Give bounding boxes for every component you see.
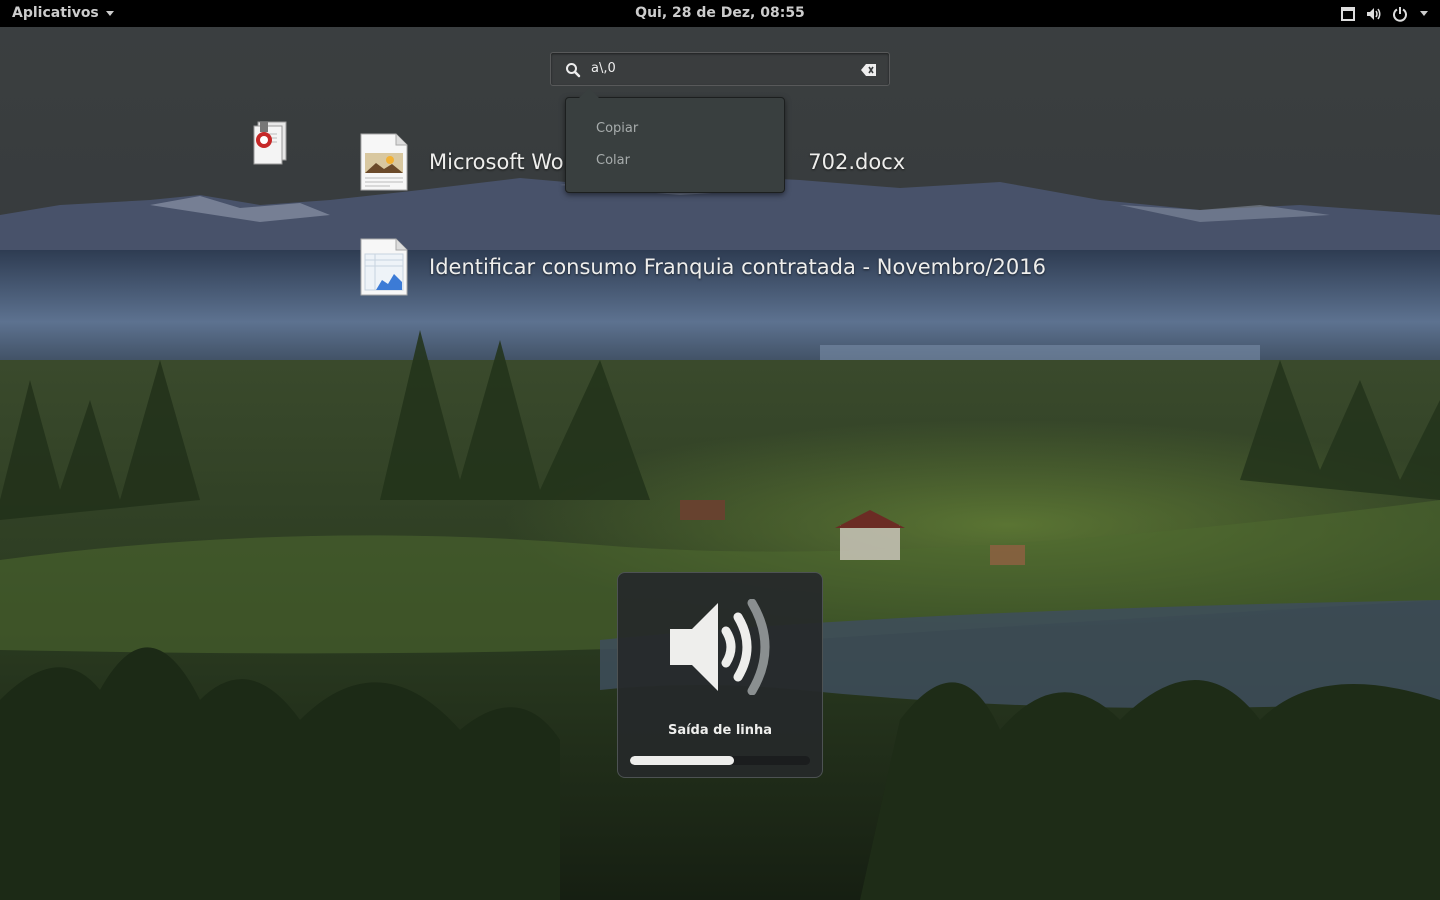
context-menu: Copiar Colar	[565, 88, 785, 193]
clear-text-icon[interactable]	[861, 63, 877, 77]
system-status-area[interactable]	[1340, 0, 1428, 27]
menu-pointer	[579, 88, 599, 98]
volume-icon	[1366, 6, 1382, 22]
volume-level-bar	[630, 756, 810, 765]
clock-label[interactable]: Qui, 28 de Dez, 08:55	[635, 5, 805, 21]
search-result-title-start: Microsoft Wor	[429, 150, 573, 174]
search-result-title-end: 702.docx	[808, 150, 906, 174]
search-result-item[interactable]: Identificar consumo Franquia contratada …	[360, 237, 1046, 297]
search-icon	[566, 63, 581, 78]
search-input[interactable]: a\,0	[550, 52, 890, 86]
chevron-down-icon	[105, 11, 114, 16]
clock: Qui, 28 de Dez, 08:55	[0, 0, 1440, 27]
window-icon	[1340, 6, 1356, 22]
volume-level-fill	[630, 756, 735, 765]
power-icon	[1392, 6, 1408, 22]
search-result-title: Identificar consumo Franquia contratada …	[429, 255, 1046, 279]
speaker-volume-icon	[670, 599, 770, 695]
document-icon	[360, 133, 408, 191]
menu-item-copy[interactable]: Copiar	[596, 121, 638, 136]
caret-down-icon	[1420, 11, 1428, 16]
osd-label: Saída de linha	[667, 723, 773, 738]
documents-provider-icon[interactable]	[248, 118, 290, 166]
applications-menu-button[interactable]: Aplicativos	[12, 0, 114, 27]
menu-item-paste[interactable]: Colar	[596, 153, 630, 168]
spreadsheet-icon	[360, 238, 408, 296]
top-bar: Aplicativos Qui, 28 de Dez, 08:55	[0, 0, 1440, 27]
volume-osd: Saída de linha	[617, 572, 823, 778]
search-input-value: a\,0	[591, 61, 616, 76]
applications-menu-label: Aplicativos	[12, 5, 99, 21]
